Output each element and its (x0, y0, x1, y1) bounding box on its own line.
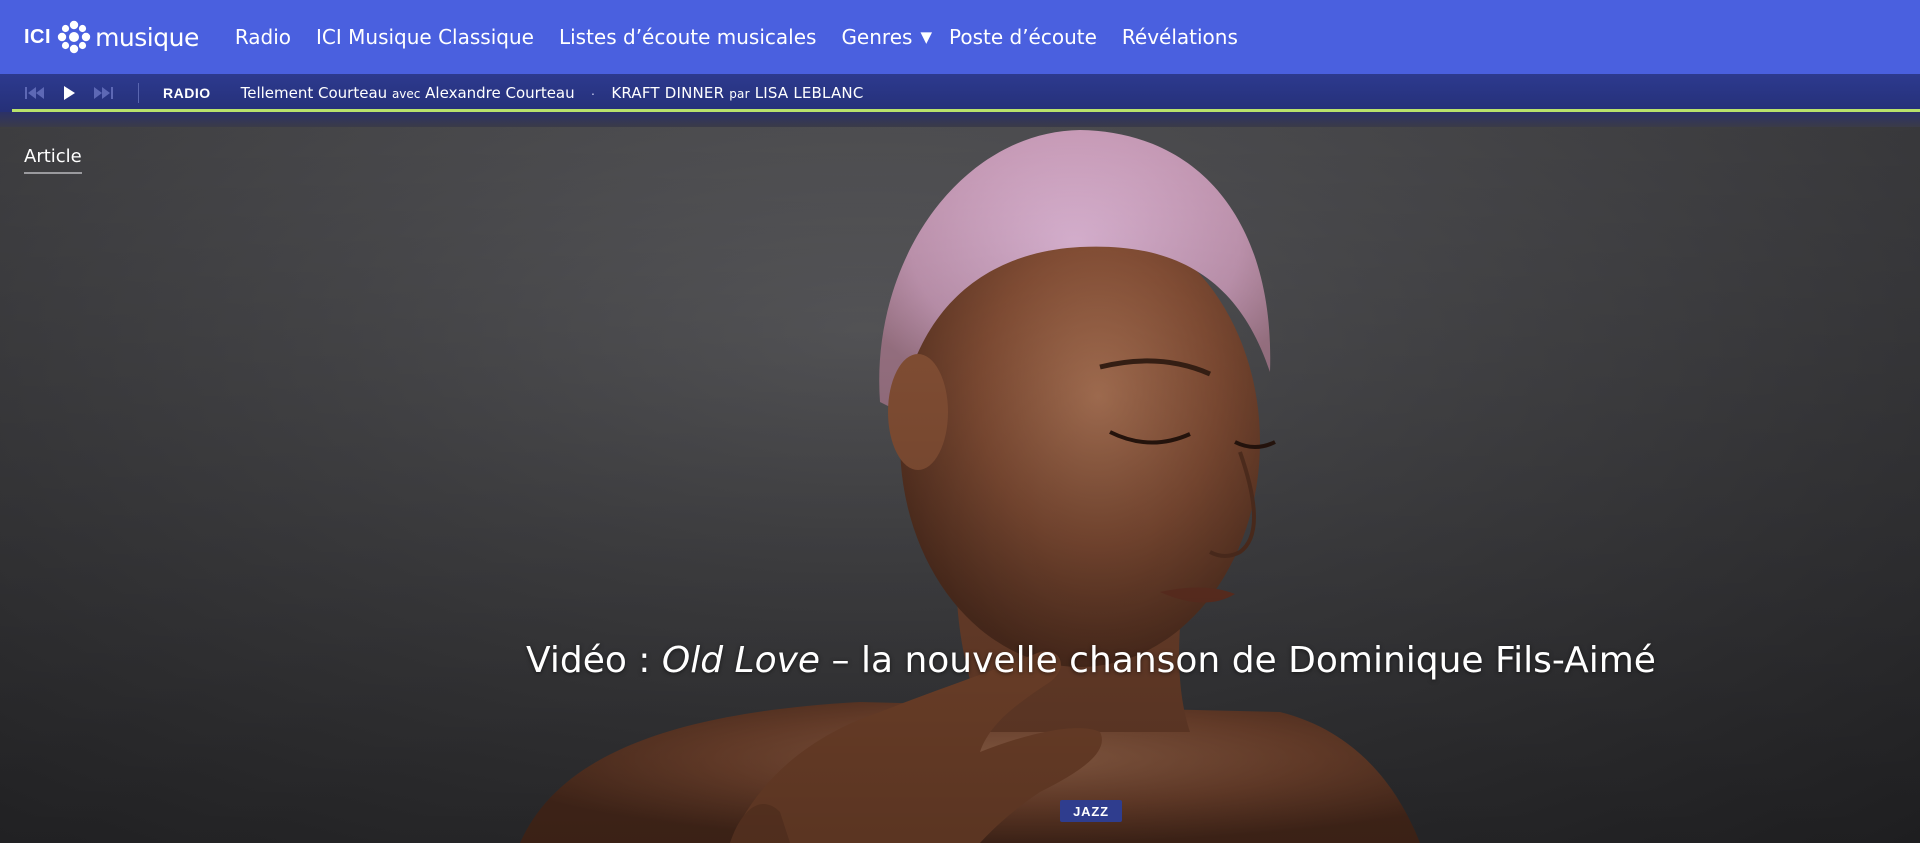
genre-badge[interactable]: JAZZ (1060, 800, 1122, 822)
player-source-tag[interactable]: RADIO (163, 85, 211, 101)
ici-musique-logo[interactable]: ICI musique (24, 0, 199, 74)
nav-item-poste-ecoute[interactable]: Poste d’écoute (949, 25, 1097, 49)
article-hero[interactable] (0, 112, 1920, 843)
player-controls (22, 74, 124, 112)
headline-suffix: – la nouvelle chanson de Dominique Fils-… (820, 640, 1656, 681)
play-icon[interactable] (56, 83, 82, 103)
show-title: Tellement Courteau (240, 84, 388, 102)
track-title: KRAFT DINNER (611, 84, 725, 102)
nav-item-genres-label: Genres (841, 25, 913, 49)
current-track[interactable]: KRAFT DINNER par LISA LEBLANC (611, 84, 863, 102)
article-section-label[interactable]: Article (24, 146, 82, 174)
track-artist: LISA LEBLANC (754, 84, 864, 102)
article-headline[interactable]: Vidéo : Old Love – la nouvelle chanson d… (526, 640, 1726, 681)
show-connector: avec (391, 87, 421, 101)
track-connector: par (729, 87, 750, 101)
nav-item-genres[interactable]: Genres ▼ (841, 25, 932, 49)
logo-ici-text: ICI (24, 25, 52, 48)
main-menu: Radio ICI Musique Classique Listes d’éco… (235, 0, 1263, 74)
radio-canada-gem-icon (57, 20, 91, 54)
top-navigation: ICI musique Radio ICI Musique Classique … (0, 0, 1920, 74)
show-host: Alexandre Courteau (425, 84, 575, 102)
player-divider (138, 83, 139, 103)
caret-down-icon: ▼ (920, 28, 932, 46)
player-bar-shadow (0, 112, 1920, 127)
headline-song-title: Old Love (661, 640, 821, 681)
nav-item-radio[interactable]: Radio (235, 25, 291, 49)
logo-musique-text: musique (95, 22, 199, 52)
skip-back-icon[interactable] (22, 83, 48, 103)
nav-item-ici-musique-classique[interactable]: ICI Musique Classique (316, 25, 534, 49)
player-separator: · (590, 85, 596, 101)
headline-prefix: Vidéo : (526, 640, 662, 681)
nav-item-revelations[interactable]: Révélations (1122, 25, 1238, 49)
current-show[interactable]: Tellement Courteau avec Alexandre Courte… (241, 84, 575, 102)
audio-player-bar: RADIO Tellement Courteau avec Alexandre … (0, 74, 1920, 112)
skip-forward-icon[interactable] (90, 83, 116, 103)
hero-portrait-image (0, 112, 1920, 843)
nav-item-listes-ecoute[interactable]: Listes d’écoute musicales (559, 25, 816, 49)
